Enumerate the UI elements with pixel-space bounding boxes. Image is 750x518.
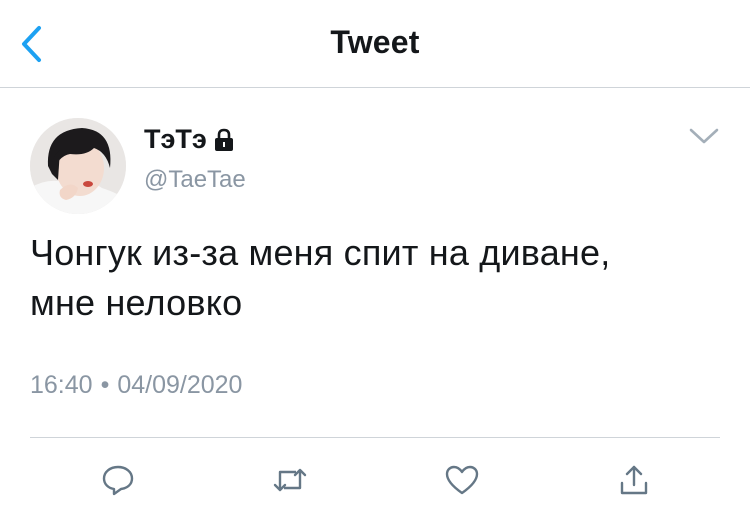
navigation-bar: Tweet [0,0,750,88]
divider [30,437,720,438]
share-icon [620,465,648,495]
share-button[interactable] [612,458,656,502]
reply-button[interactable] [96,458,140,502]
avatar[interactable] [30,118,126,214]
heart-icon [445,465,479,495]
timestamp-separator: • [100,371,110,399]
retweet-button[interactable] [268,458,312,502]
reply-icon [102,465,134,496]
lock-icon [214,128,233,151]
retweet-icon [273,468,307,492]
tweet-menu-button[interactable] [686,118,722,154]
tweet-text-line: мне неловко [30,282,243,323]
page-title: Tweet [330,24,420,60]
tweet-detail-screen: Tweet ТэТэ @TaeTae Чонгук из-за меня спи… [0,0,750,518]
timestamp: 16:40 • 04/09/2020 [30,371,242,400]
tweet-text-line: Чонгук из-за меня спит на диване, [30,232,611,273]
author-row: ТэТэ [144,124,235,155]
author-handle[interactable]: @TaeTae [144,166,246,194]
chevron-down-icon [689,128,719,144]
tweet-date: 04/09/2020 [117,371,243,399]
author-display-name[interactable]: ТэТэ [144,124,207,155]
avatar-image [30,118,126,214]
tweet-text: Чонгук из-за меня спит на диване, мне не… [30,228,730,328]
like-button[interactable] [440,458,484,502]
tweet-time: 16:40 [30,371,93,399]
action-bar [0,458,750,508]
